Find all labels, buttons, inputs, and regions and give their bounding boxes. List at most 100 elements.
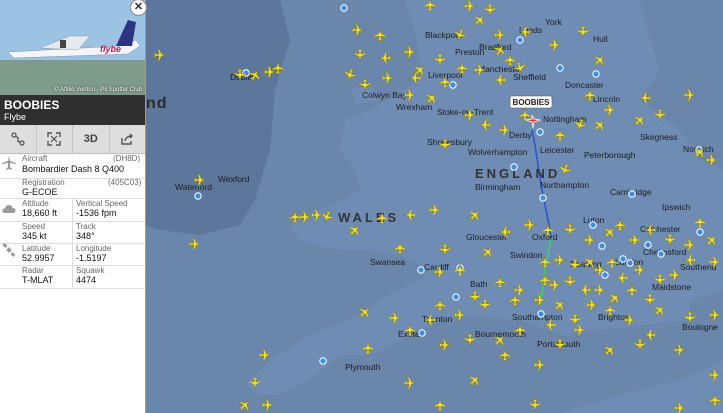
speed-value: 345 kt xyxy=(22,231,47,241)
place-birmingham: Birmingham xyxy=(475,182,520,192)
squawk-label: Squawk xyxy=(76,266,105,275)
place-skegness: Skegness xyxy=(640,132,677,142)
place-sheffield: Sheffield xyxy=(513,72,546,82)
altitude-value: 18,660 ft xyxy=(22,208,58,218)
airport-marker[interactable] xyxy=(628,190,636,198)
place-doncaster: Doncaster xyxy=(565,80,604,90)
satellite-icon xyxy=(2,243,16,257)
airport-marker[interactable] xyxy=(319,357,327,365)
airport-marker[interactable] xyxy=(194,192,202,200)
place-cardiff: Cardiff xyxy=(424,262,450,272)
place-maidstone: Maidstone xyxy=(652,282,691,292)
airport-marker[interactable] xyxy=(539,194,547,202)
aircraft-value: Bombardier Dash 8 Q400 xyxy=(22,164,125,174)
share-icon xyxy=(121,133,134,145)
column-divider xyxy=(72,198,73,288)
place-hull: Hull xyxy=(593,34,608,44)
airport-marker[interactable] xyxy=(556,64,564,72)
place-bath: Bath xyxy=(470,279,488,289)
airport-marker[interactable] xyxy=(417,266,425,274)
place-northampton: Northampton xyxy=(540,180,589,190)
airport-marker[interactable] xyxy=(592,70,600,78)
view-3d-button[interactable]: 3D xyxy=(73,125,110,153)
registration-row: Registration (405C03) G-ECOE xyxy=(0,178,145,199)
vspeed-label: Vertical Speed xyxy=(76,199,128,208)
aircraft-info-panel: flybe © Attilio Venturi - Pli Spotter Cl… xyxy=(0,0,147,413)
aircraft-photo[interactable]: flybe © Attilio Venturi - Pli Spotter Cl… xyxy=(0,0,145,95)
flight-title-bar: BOOBIES Flybe xyxy=(0,95,145,125)
plane-icon xyxy=(2,156,16,170)
region-label-wales: WALES xyxy=(338,210,399,225)
place-shrewsbury: Shrewsbury xyxy=(427,137,473,147)
region-label-england: ENGLAND xyxy=(475,166,560,181)
place-oxford: Oxford xyxy=(532,232,558,242)
place-york: York xyxy=(545,17,562,27)
airport-marker[interactable] xyxy=(516,36,524,44)
airport-marker[interactable] xyxy=(644,241,652,249)
place-colwyn-bay: Colwyn Bay xyxy=(362,90,408,100)
airport-marker[interactable] xyxy=(537,310,545,318)
aircraft-photo-image: flybe xyxy=(0,0,145,95)
airport-marker[interactable] xyxy=(598,242,606,250)
flight-tag-label: BOOBIES xyxy=(513,98,551,107)
place-swansea: Swansea xyxy=(370,257,405,267)
squawk-value: 4474 xyxy=(76,275,97,285)
place-wrexham: Wrexham xyxy=(396,102,432,112)
route-icon xyxy=(11,132,25,146)
speed-label: Speed xyxy=(22,222,46,231)
place-chelmsford: Chelmsford xyxy=(643,247,687,257)
fullscreen-button[interactable] xyxy=(37,125,73,153)
track-label: Track xyxy=(76,222,96,231)
longitude-label: Longitude xyxy=(76,244,112,253)
place-taunton: Taunton xyxy=(422,314,453,324)
airport-marker[interactable] xyxy=(657,250,665,258)
airport-marker[interactable] xyxy=(510,163,518,171)
place-preston: Preston xyxy=(455,47,485,57)
route-button[interactable] xyxy=(0,125,37,153)
airport-marker[interactable] xyxy=(696,228,704,236)
cloud-icon xyxy=(2,205,16,213)
airport-marker[interactable] xyxy=(418,329,426,337)
radar-value: T-MLAT xyxy=(22,275,54,285)
registration-code: (405C03) xyxy=(108,178,142,187)
livery-text: flybe xyxy=(100,44,121,54)
latitude-value: 52.9957 xyxy=(22,253,55,263)
place-peterborough: Peterborough xyxy=(584,150,636,160)
airline-name: Flybe xyxy=(4,112,27,122)
registration-label: Registration xyxy=(22,178,65,187)
place-ipswich: Ipswich xyxy=(662,202,691,212)
share-button[interactable] xyxy=(110,125,146,153)
longitude-value: -1.5197 xyxy=(76,253,107,263)
airport-marker[interactable] xyxy=(601,271,609,279)
flight-tag[interactable]: BOOBIES xyxy=(509,95,553,109)
aircraft-row: Aircraft (DH8D) Bombardier Dash 8 Q400 xyxy=(0,153,145,179)
aircraft-label: Aircraft xyxy=(22,154,48,163)
airport-marker[interactable] xyxy=(626,259,634,267)
expand-icon xyxy=(47,132,61,146)
close-icon: ✕ xyxy=(133,1,144,13)
place-derby: Derby xyxy=(509,130,532,140)
place-gloucester: Gloucester xyxy=(466,232,507,242)
place-lincoln: Lincoln xyxy=(593,94,620,104)
aircraft-code: (DH8D) xyxy=(113,154,141,163)
place-boulogne: Boulogne xyxy=(682,322,718,332)
airport-marker[interactable] xyxy=(619,255,627,263)
place-colchester: Colchester xyxy=(640,224,681,234)
place-wolverhampton: Wolverhampton xyxy=(468,147,528,157)
place-wexford: Wexford xyxy=(218,174,250,184)
latitude-label: Latitude xyxy=(22,244,51,253)
airport-marker[interactable] xyxy=(340,4,348,12)
place-waterford: Waterford xyxy=(175,182,212,192)
photo-credit: © Attilio Venturi - Pli Spotter Club xyxy=(54,87,142,93)
airport-marker[interactable] xyxy=(536,128,544,136)
radar-label: Radar xyxy=(22,266,44,275)
panel-toolbar: 3D xyxy=(0,125,145,154)
airport-marker[interactable] xyxy=(589,221,597,229)
flight-callsign: BOOBIES xyxy=(4,98,60,112)
airport-marker[interactable] xyxy=(452,293,460,301)
place-blackpool: Blackpool xyxy=(425,30,462,40)
place-plymouth: Plymouth xyxy=(345,362,381,372)
registration-value: G-ECOE xyxy=(22,187,58,197)
track-value: 348° xyxy=(76,231,95,241)
region-label-ireland: nd xyxy=(146,95,168,112)
